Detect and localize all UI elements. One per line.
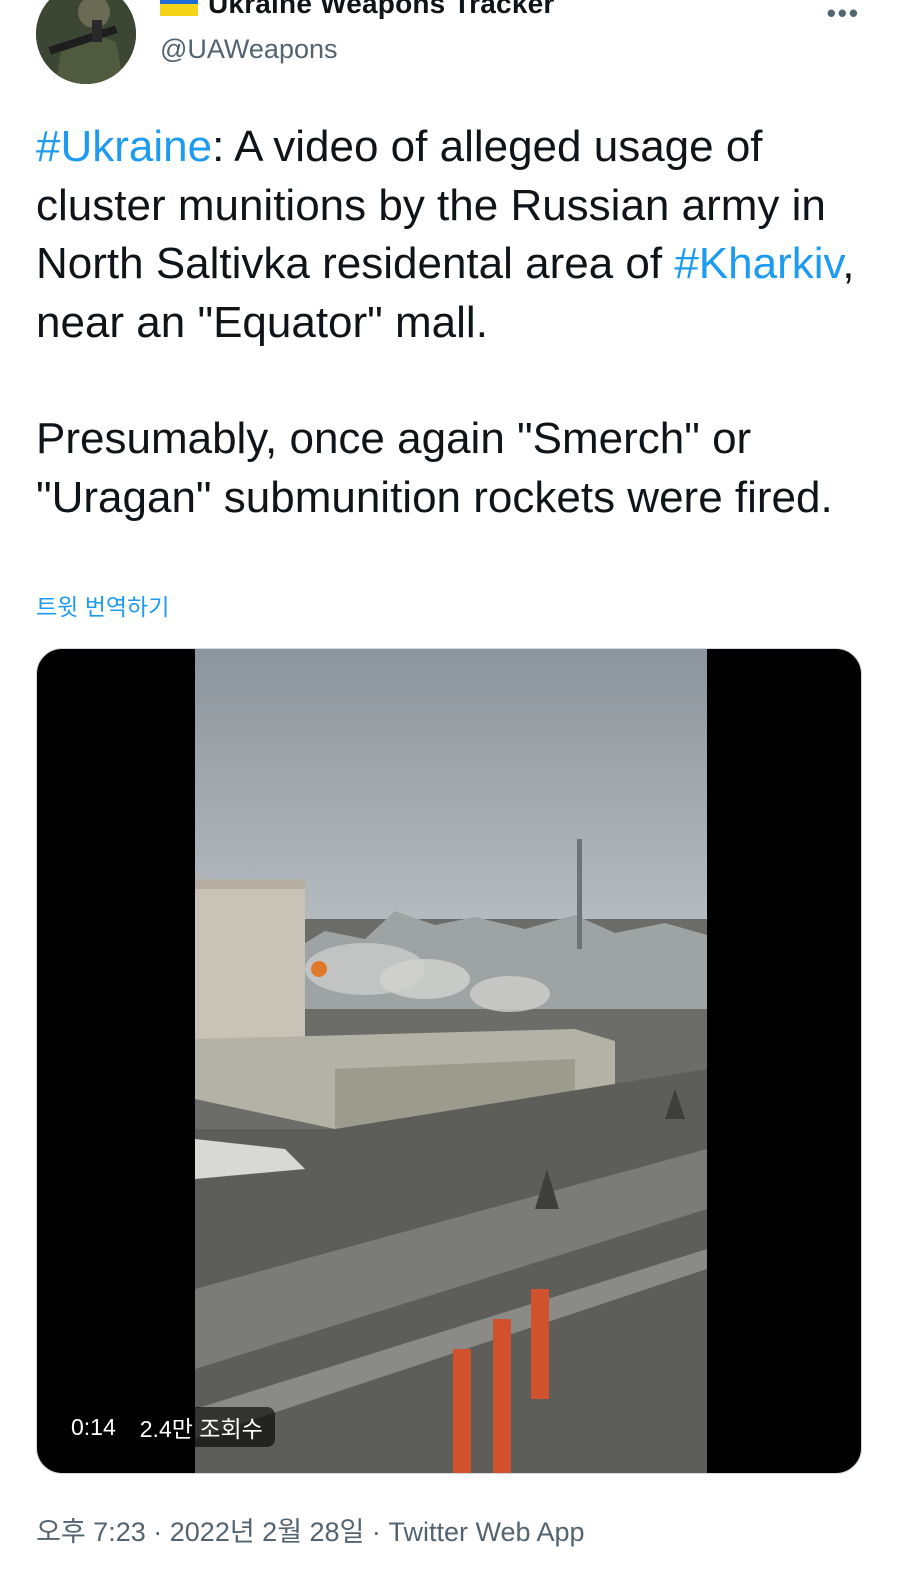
more-options-icon[interactable]: •••	[827, 0, 860, 29]
video-frame	[195, 649, 707, 1473]
tweet-paragraph-2: Presumably, once again "Smerch" or "Urag…	[36, 414, 833, 522]
meta-separator: ·	[371, 1517, 381, 1547]
soldier-avatar-icon	[36, 0, 136, 84]
tweet-date[interactable]: 2022년 2월 28일	[170, 1517, 365, 1547]
hashtag-ukraine[interactable]: #Ukraine	[36, 122, 212, 171]
tweet-time[interactable]: 오후 7:23	[36, 1517, 146, 1547]
video-view-count: 2.4만 조회수	[139, 1416, 263, 1442]
tweet-meta: 오후 7:23 · 2022년 2월 28일 · Twitter Web App	[36, 1510, 585, 1549]
display-name[interactable]: Ukraine Weapons Tracker	[208, 0, 554, 20]
translate-tweet-link[interactable]: 트윗 번역하기	[36, 588, 169, 622]
user-handle[interactable]: @UAWeapons	[160, 34, 338, 65]
video-stats-overlay: 0:14 2.4만 조회수	[59, 1407, 275, 1447]
author-row: Ukraine Weapons Tracker	[160, 0, 554, 20]
meta-separator: ·	[153, 1517, 163, 1547]
avatar[interactable]	[36, 0, 136, 84]
tweet-source: Twitter Web App	[388, 1517, 585, 1547]
video-player[interactable]: 0:14 2.4만 조회수	[36, 648, 862, 1474]
tweet-text: #Ukraine: A video of alleged usage of cl…	[36, 118, 876, 527]
tweet-paragraph-1: #Ukraine: A video of alleged usage of cl…	[36, 118, 876, 352]
ukraine-flag-icon	[160, 0, 198, 16]
video-duration: 0:14	[71, 1413, 116, 1440]
hashtag-kharkiv[interactable]: #Kharkiv	[674, 239, 842, 288]
